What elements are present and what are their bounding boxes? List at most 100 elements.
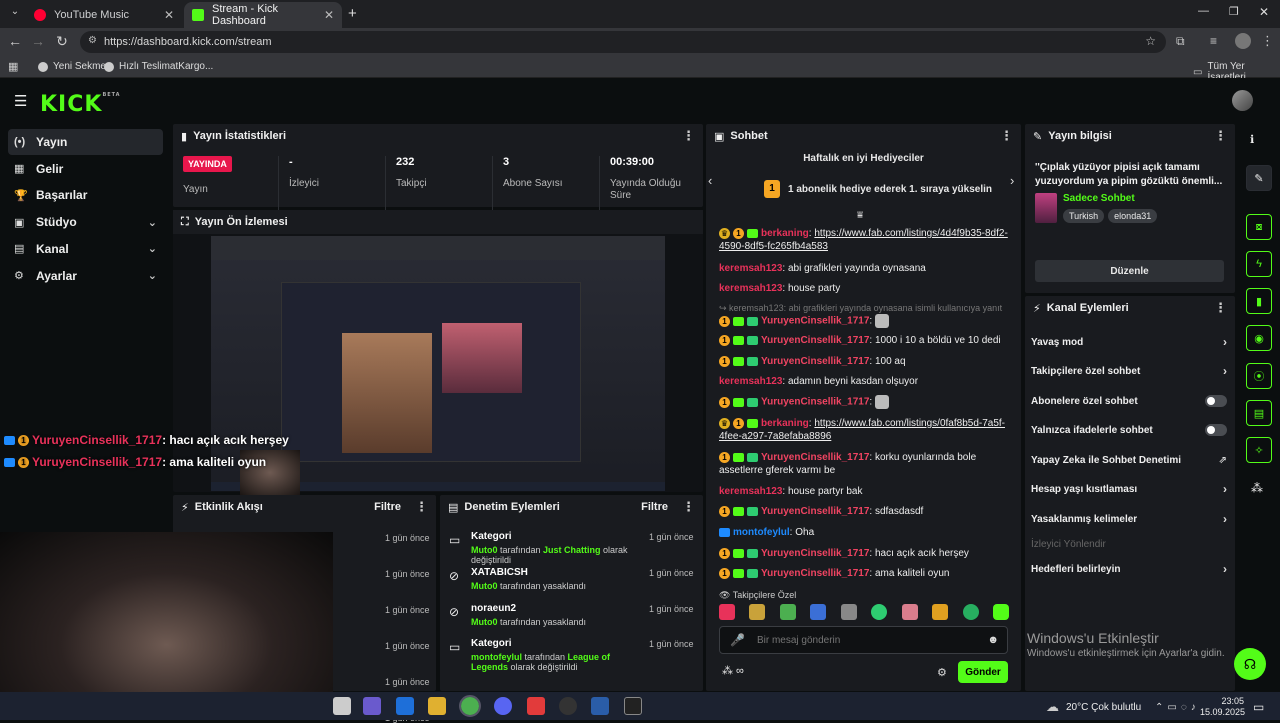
chat-username[interactable]: YuruyenCinsellik_1717 [761,506,869,517]
emoji-icon[interactable]: ☻ [987,634,999,646]
bookmark-kargo[interactable]: Hızlı TeslimatKargo... [104,61,213,72]
chat-message[interactable]: 1 YuruyenCinsellik_1717: ama kaliteli oyu… [719,567,1009,580]
microphone-icon[interactable]: 🎤 [730,633,745,647]
new-tab-icon[interactable]: + [348,5,357,22]
tab-search-icon[interactable]: ⌄ [4,6,26,17]
chat-message[interactable]: ♛ 1 berkaning: https://www.fab.com/listing… [719,417,1009,443]
emote-icon[interactable] [840,604,857,620]
chat-message[interactable]: keremsah123: house partyr bak [719,485,1009,498]
chat-message[interactable]: keremsah123: adamın beyni kasdan olşuyor [719,375,1009,388]
window-close-icon[interactable]: ✕ [1259,5,1269,19]
chat-username[interactable]: keremsah123 [719,486,782,497]
chat-message[interactable]: 1 YuruyenCinsellik_1717: korku oyunlarınd… [719,451,1009,477]
bookmark-new-tab[interactable]: Yeni Sekme [38,61,106,72]
chat-message[interactable]: keremsah123: abi grafikleri yayında oyna… [719,262,1009,275]
nav-item-0[interactable]: (•) Yayın [8,129,163,155]
category-name[interactable]: Sadece Sohbet [1063,193,1135,204]
filter-button[interactable]: Filtre [641,501,668,513]
extensions-icon[interactable]: ⧉ [1176,34,1185,49]
toggle-switch[interactable] [1205,424,1227,436]
folder-icon[interactable] [428,697,446,715]
close-icon[interactable]: ✕ [324,8,334,22]
notifications-icon[interactable]: ▭ [1253,700,1264,714]
chat-message[interactable]: montofeylul: Oha [719,526,1009,539]
broadcast-icon[interactable]: ⦿ [1246,363,1272,389]
more-options-icon[interactable]: ⋮ [1000,128,1013,144]
clock[interactable]: 23:05 15.09.2025 [1200,696,1245,718]
more-options-icon[interactable]: ⋮ [682,128,695,144]
emote-icon[interactable] [779,604,796,620]
channel-action-row[interactable]: Hesap yaşı kısıtlaması › [1031,478,1227,500]
channel-action-row[interactable]: Abonelere özel sohbet [1031,390,1227,412]
chat-message[interactable]: 1 YuruyenCinsellik_1717: sdfasdasdf [719,505,1009,518]
chat-username[interactable]: berkaning [761,228,809,239]
kick-points-icon[interactable]: ⁂ ∞ [722,664,744,677]
document-icon[interactable]: ▮ [1246,288,1272,314]
tray-icons[interactable]: ⌃▭◌♪ [1155,702,1200,713]
chat-message[interactable]: 1 YuruyenCinsellik_1717: 100 aq [719,355,1009,368]
hamburger-menu-icon[interactable]: ☰ [14,92,27,110]
lightning-icon[interactable]: ϟ [1246,251,1272,277]
channel-action-row[interactable]: Yasaklanmış kelimeler › [1031,508,1227,530]
chat-input[interactable] [756,634,977,646]
emote-icon[interactable] [932,604,949,620]
chat-message[interactable]: ♛ 1 berkaning: https://www.fab.com/listing… [719,227,1009,253]
chat-username[interactable]: YuruyenCinsellik_1717 [761,316,869,327]
scan-icon[interactable]: ⧇ [1246,214,1272,240]
user-avatar[interactable] [1232,90,1253,111]
tab-kick-dashboard[interactable]: Stream - Kick Dashboard ✕ [184,2,342,28]
close-icon[interactable]: ✕ [164,8,174,22]
chat-username[interactable]: YuruyenCinsellik_1717 [761,548,869,559]
outlook-icon[interactable] [396,697,414,715]
kick-points-icon[interactable]: ⁂ [1251,481,1263,495]
chat-username[interactable]: YuruyenCinsellik_1717 [761,452,869,463]
reload-icon[interactable]: ↻ [51,33,73,50]
nav-item-4[interactable]: ▤ Kanal ⌄ [8,236,163,262]
profile-avatar[interactable] [1235,33,1251,49]
minimize-icon[interactable]: — [1198,5,1209,17]
chat-message[interactable]: keremsah123: house party [719,282,1009,295]
media-control-icon[interactable]: ≡ [1210,34,1217,48]
toggle-switch[interactable] [1205,395,1227,407]
support-headset-icon[interactable]: ☊ [1234,648,1266,680]
steam-icon[interactable] [591,697,609,715]
chat-message[interactable]: 1 YuruyenCinsellik_1717: [719,314,1009,328]
chat-message[interactable]: 1 YuruyenCinsellik_1717: hacı açık acık h… [719,547,1009,560]
pinned-collapse-icon[interactable]: ⩸ [857,210,863,221]
chat-username[interactable]: keremsah123 [719,263,782,274]
more-options-icon[interactable]: ⋮ [1214,300,1227,316]
bookmark-star-icon[interactable]: ☆ [1145,34,1156,48]
chat-message[interactable]: 1 YuruyenCinsellik_1717: [719,395,1009,409]
nav-item-5[interactable]: ⚙ Ayarlar ⌄ [8,263,163,289]
restore-icon[interactable]: ❐ [1229,5,1239,18]
channel-action-row[interactable]: Yalnızca ifadelerle sohbet [1031,419,1227,441]
chevron-right-icon[interactable]: › [1010,173,1014,188]
browser-menu-icon[interactable]: ⋮ [1261,33,1274,49]
chat-username[interactable]: YuruyenCinsellik_1717 [761,335,869,346]
discord-icon[interactable] [494,697,512,715]
emote-icon[interactable] [962,604,979,620]
emote-icon[interactable] [810,604,827,620]
site-info-icon[interactable]: ⚙ [88,35,97,46]
back-icon[interactable]: ← [4,33,26,49]
channel-action-row[interactable]: Yavaş mod › [1031,331,1227,353]
tab-youtube-music[interactable]: YouTube Music ✕ [26,2,182,28]
chat-username[interactable]: berkaning [761,418,809,429]
emote-icon[interactable] [871,604,888,620]
chat-message[interactable]: 1 YuruyenCinsellik_1717: 1000 i 10 a böld… [719,334,1009,347]
chevron-down-icon[interactable]: ⌄ [148,269,157,282]
send-button[interactable]: Gönder [958,661,1008,683]
address-bar[interactable]: ⚙ https://dashboard.kick.com/stream ☆ [80,31,1166,53]
chat-bubble-icon[interactable]: ◉ [1246,325,1272,351]
chat-input-box[interactable]: 🎤 ☻ [719,626,1008,654]
chrome-icon[interactable] [459,695,481,717]
wrench-icon[interactable]: ✧ [1246,437,1272,463]
forward-icon[interactable]: → [27,33,49,49]
info-icon[interactable]: ℹ [1250,133,1254,146]
apps-grid-icon[interactable]: ▦ [8,60,18,73]
nav-item-1[interactable]: ▦ Gelir [8,156,163,182]
channel-action-row[interactable]: Takipçilere özel sohbet › [1031,360,1227,382]
weather-text[interactable]: 20°C Çok bulutlu [1066,702,1141,713]
app-icon[interactable] [527,697,545,715]
emote-icon[interactable] [749,604,766,620]
